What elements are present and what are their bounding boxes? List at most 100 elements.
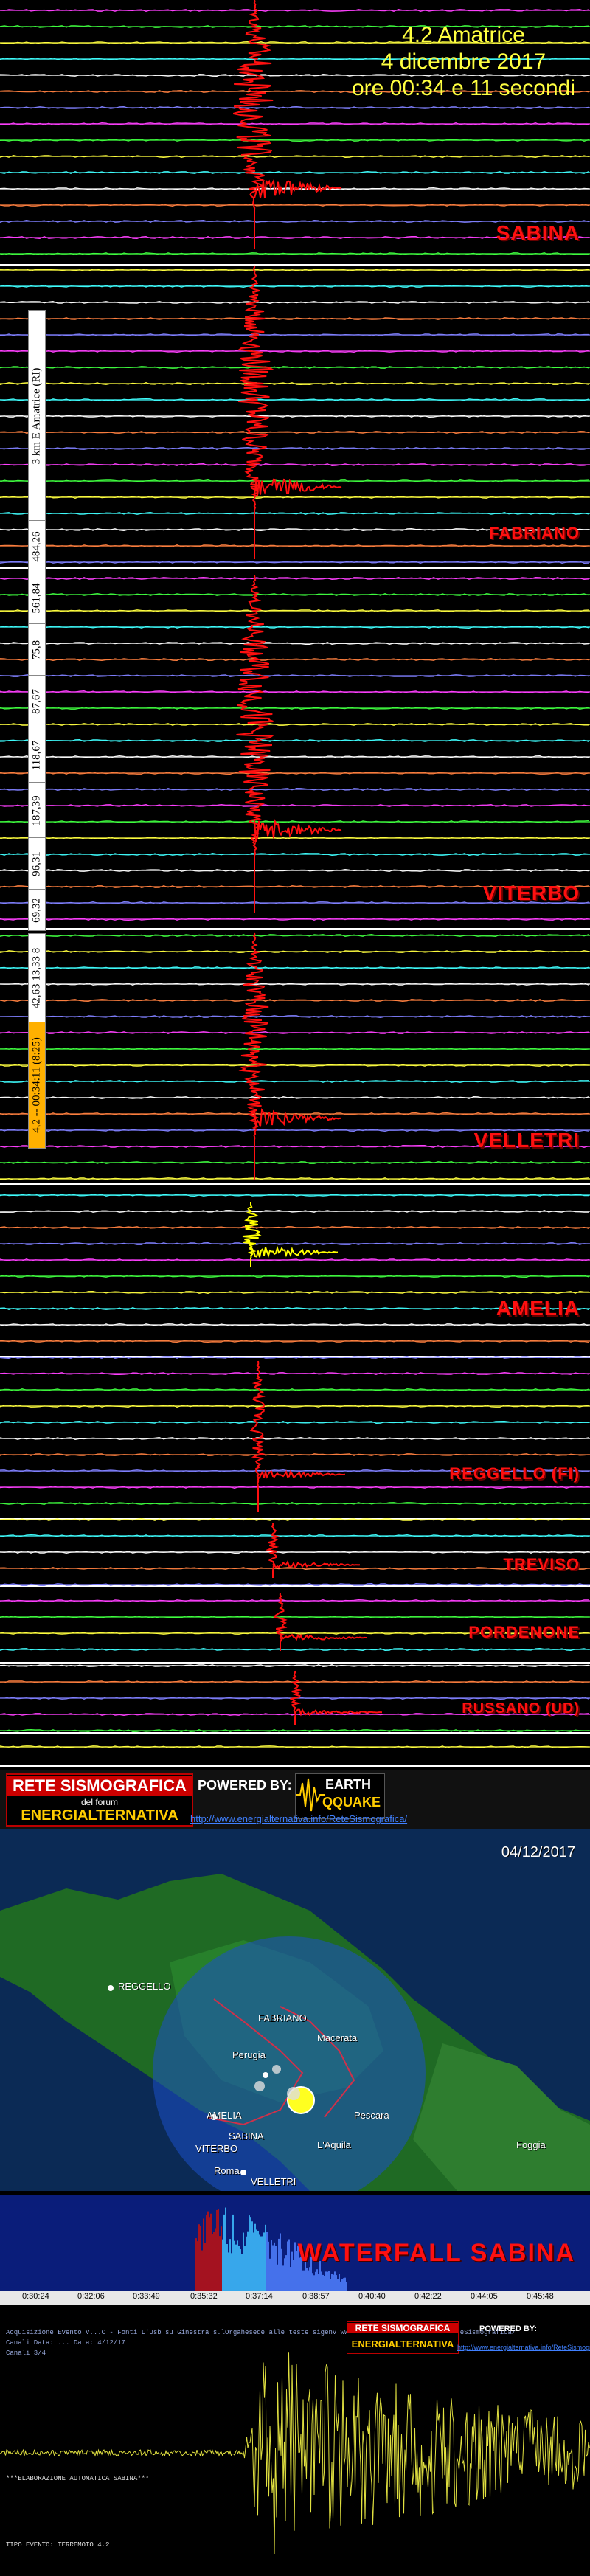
waterfall-column — [278, 2238, 280, 2291]
seismic-coda — [250, 1245, 339, 1258]
epicenter-map: 04/12/2017 FABRIANO Macerata Perugia AME… — [0, 1829, 590, 2191]
station-label-velletri: VELLETRI — [473, 1129, 580, 1152]
station-label-russano: RUSSANO (UD) — [462, 1700, 580, 1717]
distance-4: 87,67 — [30, 689, 43, 714]
event-date: 4 dicembre 2017 — [381, 49, 546, 74]
waterfall-column — [322, 2274, 324, 2291]
station-label-viterbo: VITERBO — [482, 882, 580, 904]
waterfall-column — [215, 2228, 216, 2291]
event-time-bar: 4,2 -- 00:34:11 (8:25) — [28, 1022, 46, 1149]
waterfall-column — [241, 2254, 243, 2291]
panel-separator — [0, 1183, 590, 1185]
waterfall-column — [269, 2258, 271, 2291]
seismic-burst — [242, 1202, 262, 1267]
distance-5: 118,67 — [30, 740, 43, 770]
eq-logo-line1: EARTH — [325, 1777, 371, 1792]
waterfall-column — [254, 2223, 256, 2291]
waterfall-label: WATERFALL SABINA — [297, 2239, 575, 2267]
waterfall-column — [291, 2251, 293, 2291]
time-tick: 0:45:48 — [527, 2292, 554, 2301]
waterfall-column — [229, 2239, 231, 2291]
waterfall-column — [337, 2279, 339, 2291]
waterfall-column — [330, 2279, 331, 2291]
waterfall-column — [249, 2215, 250, 2291]
network-header: RETE SISMOGRAFICA del forum ENERGIALTERN… — [0, 1770, 590, 1829]
trace-noise — [0, 511, 589, 516]
map-city-laquila: L'Aquila — [317, 2139, 351, 2150]
distance-bar-6: 187,39 — [28, 782, 46, 839]
panel-separator — [0, 928, 590, 930]
panel-separator — [0, 1732, 590, 1734]
waterfall-column — [268, 2241, 269, 2291]
distance-6: 187,39 — [30, 794, 43, 826]
time-tick: 0:44:05 — [471, 2292, 498, 2301]
waterfall-column — [341, 2279, 343, 2291]
waterfall-column — [316, 2269, 318, 2291]
panel-separator — [0, 1662, 590, 1664]
waterfall-column — [325, 2271, 327, 2291]
seismic-coda — [280, 1633, 368, 1641]
waterfall-column — [344, 2277, 346, 2291]
seismic-coda — [254, 1108, 342, 1127]
waterfall-column — [315, 2271, 316, 2291]
seismic-burst — [237, 265, 274, 559]
network-url-link[interactable]: http://www.energialternativa.info/ReteSi… — [190, 1813, 407, 1824]
small-url[interactable]: http://www.energialternativa.info/ReteSi… — [457, 2344, 590, 2351]
small-logo-line1: RETE SISMOGRAFICA — [347, 2323, 458, 2333]
waterfall-column — [340, 2281, 341, 2291]
waterfall-column — [280, 2233, 281, 2291]
map-city-roma: Roma — [214, 2165, 240, 2176]
map-city-perugia: Perugia — [232, 2049, 266, 2060]
waterfall-column — [262, 2236, 263, 2291]
station-label-sabina: SABINA — [496, 221, 580, 244]
waterfall-column — [288, 2239, 290, 2291]
time-tick: 0:38:57 — [302, 2292, 330, 2301]
waterfall-column — [240, 2249, 241, 2291]
detail-trace — [0, 2352, 590, 2555]
waterfall-column — [285, 2255, 287, 2291]
waterfall-column — [201, 2250, 203, 2291]
waterfall-column — [195, 2238, 197, 2291]
map-city-foggia: Foggia — [516, 2139, 546, 2150]
seismic-coda — [272, 1559, 361, 1569]
waterfall-column — [228, 2252, 229, 2291]
waterfall-column — [198, 2224, 200, 2291]
trace-noise — [0, 1063, 589, 1067]
seismic-coda — [257, 1469, 346, 1480]
waterfall-column — [246, 2236, 247, 2291]
detail-waveform-panel: Acquisizione Evento V...C - Fonti L'Usb … — [0, 2305, 590, 2576]
event-time: ore 00:34 e 11 secondi — [351, 76, 575, 100]
distance-bar-3: 75,8 — [28, 623, 46, 676]
waterfall-column — [293, 2260, 294, 2291]
waterfall-column — [234, 2240, 235, 2291]
time-tick: 0:42:22 — [414, 2292, 442, 2301]
waterfall-column — [284, 2258, 285, 2291]
time-tick: 0:35:32 — [190, 2292, 218, 2301]
time-tick: 0:30:24 — [22, 2292, 49, 2301]
waterfall-column — [321, 2271, 322, 2291]
waterfall-column — [225, 2207, 226, 2291]
waterfall-column — [223, 2214, 225, 2291]
event-time-bar-text: 4,2 -- 00:34:11 (8:25) — [30, 1037, 43, 1133]
waterfall-column — [331, 2274, 333, 2291]
info-line-5: ***ELABORAZIONE AUTOMATICA SABINA*** — [6, 2475, 150, 2482]
logo-line1: RETE SISMOGRAFICA — [7, 1776, 192, 1796]
waterfall-column — [312, 2273, 313, 2291]
map-city-velletri: VELLETRI — [251, 2176, 296, 2187]
waterfall-column — [238, 2246, 240, 2291]
waterfall-column — [274, 2242, 275, 2291]
waterfall-column — [250, 2217, 251, 2291]
waterfall-column — [221, 2226, 222, 2291]
waterfall-column — [265, 2224, 266, 2291]
distance-bar-7: 96,31 — [28, 837, 46, 890]
info-line-2: Canali Data: ... Data: 4/12/17 — [6, 2339, 126, 2347]
map-city-macerata: Macerata — [317, 2032, 358, 2043]
waterfall-column — [272, 2245, 274, 2291]
distance-7: 96,31 — [30, 851, 43, 876]
waterfall-column — [287, 2241, 288, 2291]
waterfall-column — [318, 2274, 319, 2291]
waterfall-column — [210, 2213, 212, 2291]
waterfall-column — [207, 2211, 209, 2291]
waterfall-column — [260, 2236, 262, 2291]
waterfall-column — [306, 2268, 308, 2291]
